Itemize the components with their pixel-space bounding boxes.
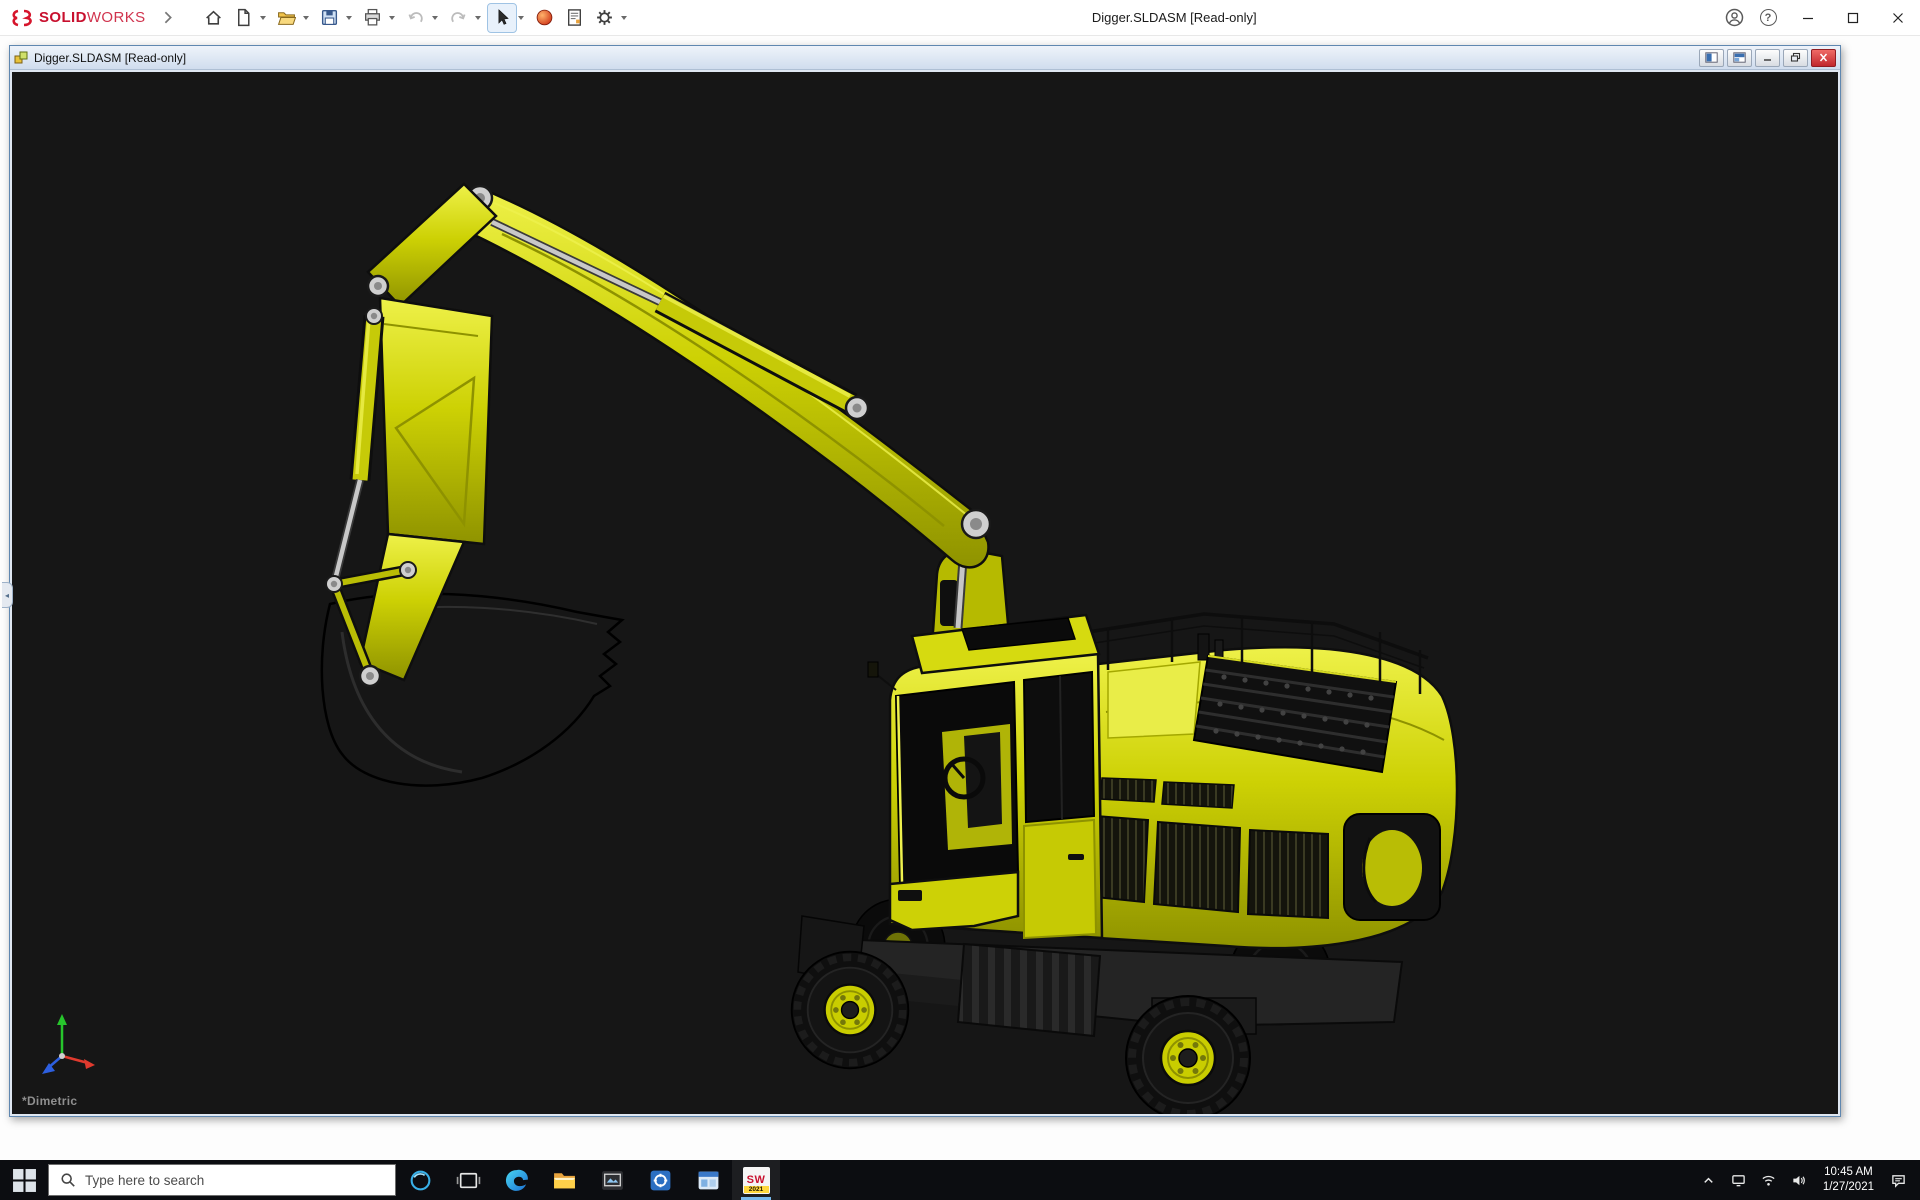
tray-volume-button[interactable]: [1784, 1160, 1814, 1200]
user-account-button[interactable]: [1719, 3, 1749, 33]
save-button[interactable]: [316, 4, 344, 32]
app-title-bar: SOLIDWORKS: [0, 0, 1920, 36]
open-button[interactable]: [273, 4, 301, 32]
doc-restore-button[interactable]: [1783, 49, 1808, 67]
file-explorer-icon: [552, 1168, 577, 1193]
pinned-app-button-1[interactable]: [588, 1160, 636, 1200]
save-dropdown-caret[interactable]: [346, 16, 352, 20]
dassault-3ds-logo-icon: [10, 8, 34, 28]
pinned-app-button-2[interactable]: [636, 1160, 684, 1200]
app-icon-blue-tool: [648, 1168, 673, 1193]
edge-icon: [504, 1168, 529, 1193]
clock-date: 1/27/2021: [1823, 1180, 1874, 1195]
brand-wordmark: SOLIDWORKS: [39, 9, 146, 26]
options-dropdown-caret[interactable]: [621, 16, 627, 20]
file-explorer-button[interactable]: [540, 1160, 588, 1200]
print-button[interactable]: [359, 4, 387, 32]
redo-button[interactable]: [445, 4, 473, 32]
help-button[interactable]: ?: [1753, 3, 1783, 33]
solidworks-logo: SOLIDWORKS: [0, 8, 154, 28]
app-close-button[interactable]: [1875, 0, 1920, 36]
print-dropdown-caret[interactable]: [389, 16, 395, 20]
app-maximize-button[interactable]: [1830, 0, 1875, 36]
tray-display-button[interactable]: [1724, 1160, 1754, 1200]
wheel-near-left[interactable]: [792, 952, 909, 1069]
doc-close-button[interactable]: [1811, 49, 1836, 67]
home-button[interactable]: [200, 4, 228, 32]
select-tool-button[interactable]: [488, 4, 516, 32]
task-view-button[interactable]: [444, 1160, 492, 1200]
open-dropdown-caret[interactable]: [303, 16, 309, 20]
orientation-triad: [28, 1010, 98, 1088]
notification-icon: [1891, 1173, 1906, 1188]
viewport-layout-button-1[interactable]: [1699, 49, 1724, 67]
boom[interactable]: [464, 186, 990, 567]
taskbar-search-box[interactable]: [48, 1164, 396, 1196]
action-center-button[interactable]: [1883, 1160, 1913, 1200]
hidden-icons-button[interactable]: [1694, 1160, 1724, 1200]
undo-dropdown-caret[interactable]: [432, 16, 438, 20]
task-view-icon: [456, 1168, 481, 1193]
system-tray: 10:45 AM 1/27/2021: [1694, 1160, 1920, 1200]
new-document-button[interactable]: [230, 4, 258, 32]
tray-network-button[interactable]: [1754, 1160, 1784, 1200]
document-window: Digger.SLDASM [Read-only]: [9, 45, 1841, 1117]
cortana-button[interactable]: [396, 1160, 444, 1200]
select-tool-dropdown-caret[interactable]: [518, 16, 524, 20]
view-orientation-label: *Dimetric: [22, 1094, 77, 1108]
start-button[interactable]: [0, 1160, 48, 1200]
cab[interactable]: [868, 615, 1102, 938]
maximize-icon: [1847, 12, 1859, 24]
speaker-icon: [1791, 1173, 1806, 1188]
document-window-title: Digger.SLDASM [Read-only]: [34, 51, 1696, 65]
redo-dropdown-caret[interactable]: [475, 16, 481, 20]
excavator-model[interactable]: [12, 72, 1838, 1114]
app-icon-blue-window: [696, 1168, 721, 1193]
display-icon: [1731, 1173, 1746, 1188]
panel-flyout-tab[interactable]: ◂: [2, 582, 13, 608]
graphics-viewport[interactable]: *Dimetric: [12, 72, 1838, 1114]
appearance-sphere-icon[interactable]: [531, 4, 559, 32]
restore-icon: [1789, 52, 1802, 63]
edge-browser-button[interactable]: [492, 1160, 540, 1200]
document-title-bar[interactable]: Digger.SLDASM [Read-only]: [10, 46, 1840, 70]
minimize-icon: [1761, 52, 1774, 63]
close-icon: [1817, 52, 1830, 63]
solidworks-app-icon: SW 2021: [743, 1167, 770, 1194]
assembly-document-icon: [14, 50, 29, 65]
viewport-layout-button-2[interactable]: [1727, 49, 1752, 67]
doc-minimize-button[interactable]: [1755, 49, 1780, 67]
new-document-dropdown-caret[interactable]: [260, 16, 266, 20]
clock-time: 10:45 AM: [1823, 1165, 1874, 1180]
help-icon: ?: [1760, 9, 1777, 26]
minimize-icon: [1802, 12, 1814, 24]
undo-button[interactable]: [402, 4, 430, 32]
chevron-up-icon: [1701, 1173, 1716, 1188]
solidworks-2021-taskbar-button[interactable]: SW 2021: [732, 1160, 780, 1200]
close-icon: [1892, 12, 1904, 24]
network-icon: [1761, 1173, 1776, 1188]
app-minimize-button[interactable]: [1785, 0, 1830, 36]
menu-expand-chevron-icon[interactable]: [154, 4, 182, 32]
pinned-app-button-3[interactable]: [684, 1160, 732, 1200]
options-gear-icon[interactable]: [591, 4, 619, 32]
app-icon-dark-window: [600, 1168, 625, 1193]
search-icon: [60, 1172, 76, 1188]
app-window-title: Digger.SLDASM [Read-only]: [632, 10, 1717, 25]
upper-body[interactable]: [1066, 614, 1457, 948]
cortana-icon: [408, 1168, 433, 1193]
search-input[interactable]: [85, 1173, 384, 1188]
wheel-near-right[interactable]: [1126, 996, 1250, 1114]
file-properties-button[interactable]: [561, 4, 589, 32]
windows-taskbar: SW 2021 10:45 AM 1/27/2021: [0, 1160, 1920, 1200]
windows-logo-icon: [12, 1168, 37, 1193]
bucket[interactable]: [322, 594, 622, 786]
taskbar-clock[interactable]: 10:45 AM 1/27/2021: [1814, 1165, 1883, 1195]
